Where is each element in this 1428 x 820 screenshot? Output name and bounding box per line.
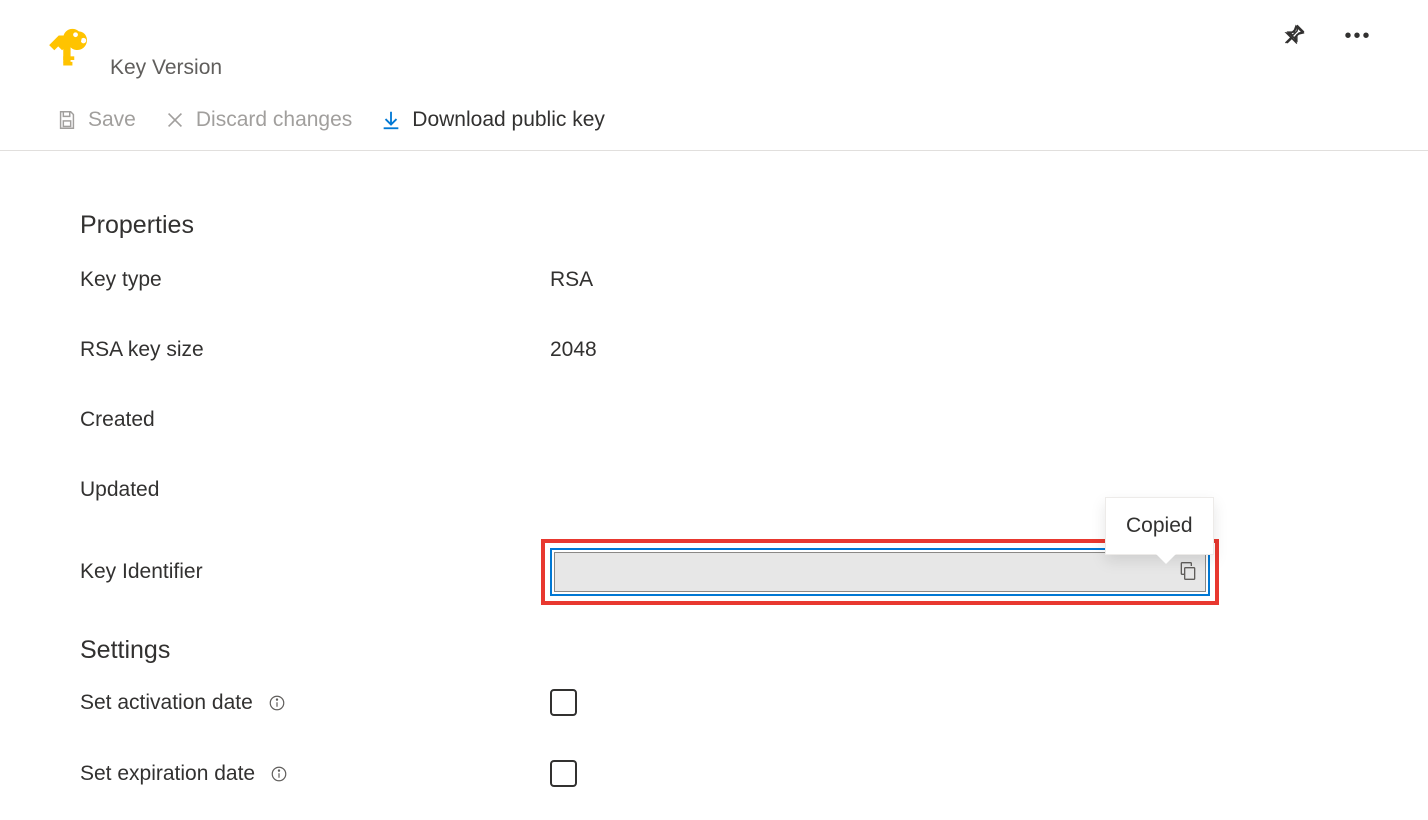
discard-changes-button[interactable]: Discard changes xyxy=(164,108,352,132)
download-public-key-button[interactable]: Download public key xyxy=(380,108,605,132)
save-button[interactable]: Save xyxy=(56,108,136,132)
ellipsis-icon: ••• xyxy=(1344,25,1371,48)
more-actions-button[interactable]: ••• xyxy=(1344,22,1372,50)
set-expiration-date-row: Set expiration date xyxy=(80,760,1428,787)
copy-icon xyxy=(1178,561,1198,584)
key-icon xyxy=(44,22,88,76)
pin-button[interactable] xyxy=(1280,22,1308,50)
key-identifier-row: Key Identifier xyxy=(80,548,1428,596)
key-type-value: RSA xyxy=(550,268,593,292)
copied-tooltip: Copied xyxy=(1105,497,1214,555)
key-type-row: Key type RSA xyxy=(80,268,1428,292)
key-identifier-label: Key Identifier xyxy=(80,560,550,584)
command-bar: Save Discard changes Download public key xyxy=(0,80,1428,151)
set-expiration-date-checkbox[interactable] xyxy=(550,760,577,787)
set-activation-date-row: Set activation date xyxy=(80,689,1428,716)
rsa-key-size-row: RSA key size 2048 xyxy=(80,338,1428,362)
close-icon xyxy=(164,109,186,131)
rsa-key-size-label: RSA key size xyxy=(80,338,550,362)
info-icon[interactable] xyxy=(267,693,287,713)
pin-icon xyxy=(1282,23,1306,50)
updated-row: Updated xyxy=(80,478,1428,502)
key-type-label: Key type xyxy=(80,268,550,292)
download-icon xyxy=(380,109,402,131)
set-activation-date-checkbox[interactable] xyxy=(550,689,577,716)
updated-label: Updated xyxy=(80,478,550,502)
download-public-key-label: Download public key xyxy=(412,108,605,132)
set-activation-date-label: Set activation date xyxy=(80,691,550,715)
discard-changes-label: Discard changes xyxy=(196,108,352,132)
created-label: Created xyxy=(80,408,550,432)
copy-button[interactable] xyxy=(1174,558,1202,586)
info-icon[interactable] xyxy=(269,764,289,784)
rsa-key-size-value: 2048 xyxy=(550,338,597,362)
settings-heading: Settings xyxy=(80,636,1428,665)
page-header: Key Version ••• xyxy=(0,0,1428,80)
save-button-label: Save xyxy=(88,108,136,132)
copied-tooltip-label: Copied xyxy=(1126,514,1193,537)
set-expiration-date-label: Set expiration date xyxy=(80,762,550,786)
page-subtitle: Key Version xyxy=(110,56,222,80)
save-icon xyxy=(56,109,78,131)
content-area: Properties Key type RSA RSA key size 204… xyxy=(0,151,1428,787)
properties-heading: Properties xyxy=(80,211,1428,240)
created-row: Created xyxy=(80,408,1428,432)
key-identifier-input[interactable] xyxy=(554,552,1206,592)
